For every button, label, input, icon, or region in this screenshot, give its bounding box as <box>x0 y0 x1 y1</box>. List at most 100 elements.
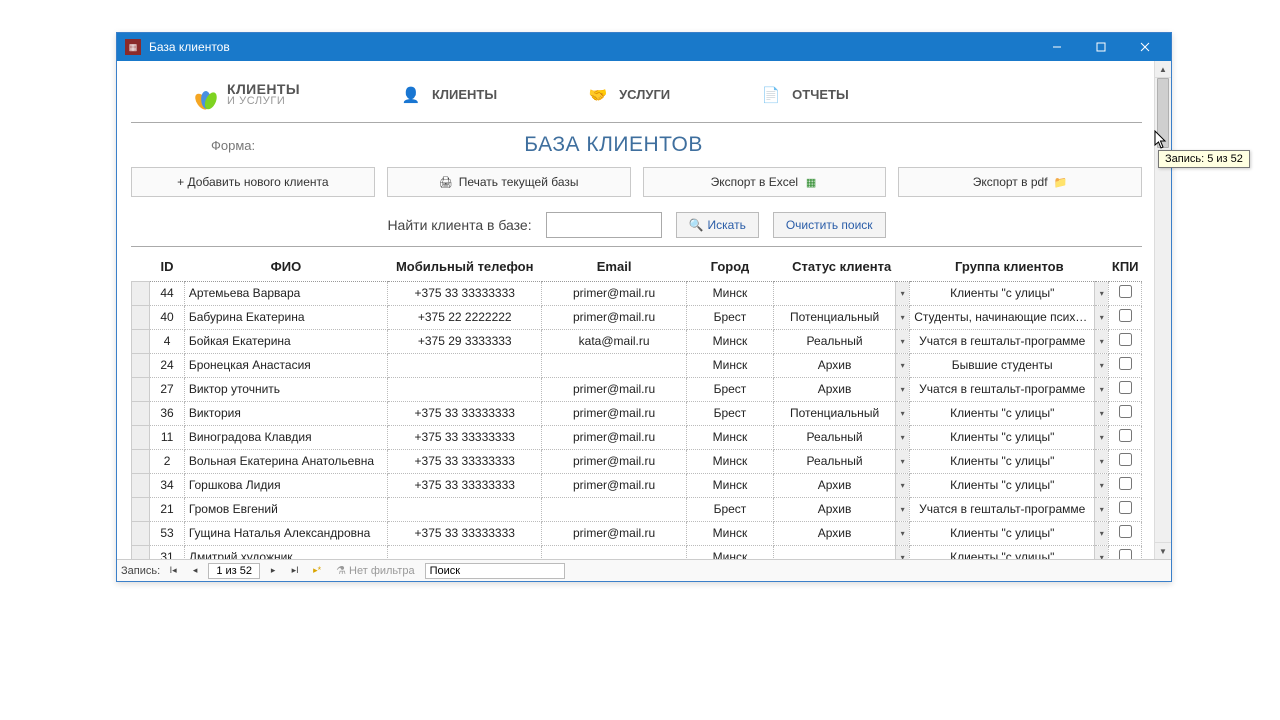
cell-fio[interactable]: Громов Евгений <box>184 497 387 521</box>
cell-phone[interactable] <box>388 497 542 521</box>
cell-phone[interactable]: +375 33 33333333 <box>388 281 542 305</box>
cell-id[interactable]: 4 <box>150 329 185 353</box>
status-dropdown-icon[interactable]: ▾ <box>896 401 910 425</box>
cell-status[interactable]: Архив <box>774 353 896 377</box>
cell-status[interactable]: Архив <box>774 521 896 545</box>
cell-phone[interactable] <box>388 353 542 377</box>
cell-kpi[interactable] <box>1109 401 1142 425</box>
cell-email[interactable]: primer@mail.ru <box>542 449 686 473</box>
row-selector[interactable] <box>132 281 150 305</box>
col-email[interactable]: Email <box>542 253 686 281</box>
cell-city[interactable]: Минск <box>686 329 773 353</box>
cell-kpi[interactable] <box>1109 545 1142 559</box>
cell-group[interactable]: Клиенты "с улицы" <box>910 401 1095 425</box>
cell-status[interactable]: Потенциальный <box>774 305 896 329</box>
cell-fio[interactable]: Артемьева Варвара <box>184 281 387 305</box>
status-dropdown-icon[interactable]: ▾ <box>896 449 910 473</box>
group-dropdown-icon[interactable]: ▾ <box>1095 425 1109 449</box>
cell-group[interactable]: Клиенты "с улицы" <box>910 281 1095 305</box>
close-button[interactable] <box>1123 33 1167 61</box>
group-dropdown-icon[interactable]: ▾ <box>1095 305 1109 329</box>
cell-fio[interactable]: Бронецкая Анастасия <box>184 353 387 377</box>
kpi-checkbox[interactable] <box>1119 549 1132 559</box>
cell-group[interactable]: Учатся в гештальт-программе <box>910 329 1095 353</box>
col-status[interactable]: Статус клиента <box>774 253 910 281</box>
cell-id[interactable]: 40 <box>150 305 185 329</box>
cell-id[interactable]: 27 <box>150 377 185 401</box>
cell-city[interactable]: Минск <box>686 281 773 305</box>
cell-status[interactable] <box>774 545 896 559</box>
table-row[interactable]: 31Дмитрий художникМинск▾Клиенты "с улицы… <box>132 545 1142 559</box>
cell-email[interactable]: primer@mail.ru <box>542 425 686 449</box>
cell-status[interactable]: Реальный <box>774 425 896 449</box>
group-dropdown-icon[interactable]: ▾ <box>1095 281 1109 305</box>
kpi-checkbox[interactable] <box>1119 309 1132 322</box>
cell-id[interactable]: 36 <box>150 401 185 425</box>
cell-email[interactable] <box>542 497 686 521</box>
status-dropdown-icon[interactable]: ▾ <box>896 305 910 329</box>
cell-id[interactable]: 44 <box>150 281 185 305</box>
maximize-button[interactable] <box>1079 33 1123 61</box>
cell-email[interactable] <box>542 353 686 377</box>
row-selector[interactable] <box>132 329 150 353</box>
row-selector[interactable] <box>132 353 150 377</box>
cell-status[interactable]: Архив <box>774 497 896 521</box>
cell-phone[interactable]: +375 33 33333333 <box>388 425 542 449</box>
cell-email[interactable]: primer@mail.ru <box>542 401 686 425</box>
cell-city[interactable]: Брест <box>686 497 773 521</box>
scroll-up-arrow[interactable]: ▲ <box>1155 61 1171 78</box>
cell-status[interactable]: Архив <box>774 377 896 401</box>
group-dropdown-icon[interactable]: ▾ <box>1095 473 1109 497</box>
col-city[interactable]: Город <box>686 253 773 281</box>
col-group[interactable]: Группа клиентов <box>910 253 1109 281</box>
cell-id[interactable]: 24 <box>150 353 185 377</box>
statusbar-search-input[interactable] <box>425 563 565 579</box>
cell-id[interactable]: 31 <box>150 545 185 559</box>
nav-prev-button[interactable]: ◂ <box>186 563 204 579</box>
table-row[interactable]: 27Виктор уточнитьprimer@mail.ruБрестАрхи… <box>132 377 1142 401</box>
row-selector[interactable] <box>132 521 150 545</box>
cell-id[interactable]: 21 <box>150 497 185 521</box>
nav-next-button[interactable]: ▸ <box>264 563 282 579</box>
group-dropdown-icon[interactable]: ▾ <box>1095 353 1109 377</box>
cell-fio[interactable]: Виноградова Клавдия <box>184 425 387 449</box>
cell-email[interactable]: primer@mail.ru <box>542 305 686 329</box>
cell-group[interactable]: Клиенты "с улицы" <box>910 521 1095 545</box>
kpi-checkbox[interactable] <box>1119 453 1132 466</box>
cell-group[interactable]: Клиенты "с улицы" <box>910 425 1095 449</box>
table-row[interactable]: 11Виноградова Клавдия+375 33 33333333pri… <box>132 425 1142 449</box>
row-selector[interactable] <box>132 449 150 473</box>
cell-fio[interactable]: Горшкова Лидия <box>184 473 387 497</box>
table-row[interactable]: 40Бабурина Екатерина+375 22 2222222prime… <box>132 305 1142 329</box>
kpi-checkbox[interactable] <box>1119 525 1132 538</box>
search-button[interactable]: 🔍 Искать <box>676 212 759 238</box>
cell-fio[interactable]: Вольная Екатерина Анатольевна <box>184 449 387 473</box>
cell-phone[interactable]: +375 29 3333333 <box>388 329 542 353</box>
group-dropdown-icon[interactable]: ▾ <box>1095 401 1109 425</box>
cell-phone[interactable] <box>388 545 542 559</box>
row-selector[interactable] <box>132 305 150 329</box>
cell-email[interactable]: primer@mail.ru <box>542 377 686 401</box>
cell-email[interactable]: primer@mail.ru <box>542 281 686 305</box>
cell-group[interactable]: Клиенты "с улицы" <box>910 545 1095 559</box>
print-button[interactable]: 🖨 Печать текущей базы <box>387 167 631 197</box>
cell-status[interactable] <box>774 281 896 305</box>
kpi-checkbox[interactable] <box>1119 285 1132 298</box>
table-row[interactable]: 21Громов ЕвгенийБрестАрхив▾Учатся в гешт… <box>132 497 1142 521</box>
export-excel-button[interactable]: Экспорт в Excel ▦ <box>643 167 887 197</box>
cell-kpi[interactable] <box>1109 353 1142 377</box>
scroll-down-arrow[interactable]: ▼ <box>1155 542 1171 559</box>
group-dropdown-icon[interactable]: ▾ <box>1095 521 1109 545</box>
status-dropdown-icon[interactable]: ▾ <box>896 353 910 377</box>
nav-clients[interactable]: 👤 КЛИЕНТЫ <box>400 84 497 106</box>
cell-kpi[interactable] <box>1109 425 1142 449</box>
cell-email[interactable] <box>542 545 686 559</box>
table-row[interactable]: 36Виктория+375 33 33333333primer@mail.ru… <box>132 401 1142 425</box>
nav-reports[interactable]: 📄 ОТЧЕТЫ <box>760 84 849 106</box>
cell-phone[interactable]: +375 33 33333333 <box>388 401 542 425</box>
cell-id[interactable]: 53 <box>150 521 185 545</box>
kpi-checkbox[interactable] <box>1119 477 1132 490</box>
cell-id[interactable]: 11 <box>150 425 185 449</box>
cell-group[interactable]: Клиенты "с улицы" <box>910 473 1095 497</box>
cell-kpi[interactable] <box>1109 377 1142 401</box>
